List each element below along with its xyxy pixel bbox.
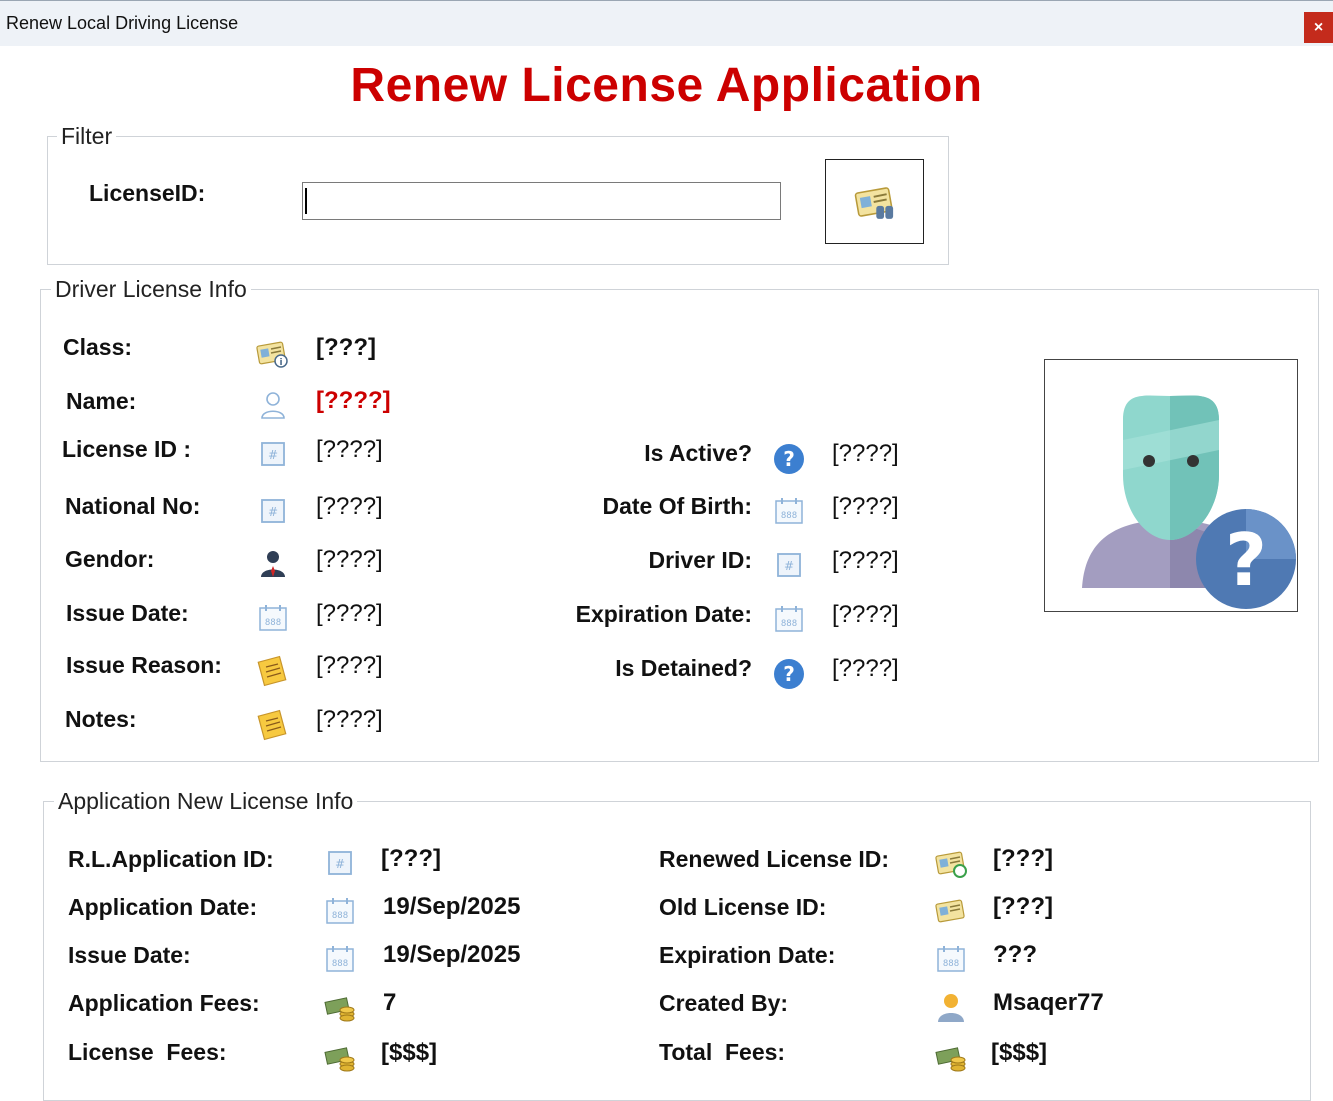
app-expiration-date-value: ??? [993, 941, 1037, 968]
expiration-date-label: Expiration Date: [575, 601, 752, 627]
license-card-icon [255, 336, 289, 370]
rl-application-id-label: R.L.Application ID: [68, 846, 274, 872]
issue-reason-value: [????] [316, 652, 383, 679]
question-icon [772, 442, 806, 476]
app-issue-date-value: 19/Sep/2025 [383, 941, 521, 968]
svg-text:?: ? [1225, 518, 1267, 602]
license-id-label: LicenseID: [89, 180, 206, 206]
application-info-legend: Application New License Info [54, 788, 358, 815]
calendar-icon [323, 894, 357, 928]
calendar-icon [256, 601, 290, 635]
application-fees-label: Application Fees: [68, 990, 260, 1016]
notes-label: Notes: [65, 706, 137, 732]
date-of-birth-label: Date Of Birth: [602, 493, 753, 519]
man-icon [256, 547, 290, 581]
issue-date-value: [????] [316, 600, 383, 627]
gender-label: Gendor: [65, 546, 155, 572]
old-license-id-label: Old License ID: [659, 894, 827, 920]
gender-value: [????] [316, 546, 383, 573]
issue-date-label: Issue Date: [66, 600, 189, 626]
text-caret [305, 188, 307, 214]
driver-id-label: Driver ID: [648, 547, 752, 573]
note-icon [256, 653, 290, 687]
national-no-value: [????] [316, 493, 383, 520]
license-search-icon [850, 180, 900, 224]
application-date-label: Application Date: [68, 894, 258, 920]
person-outline-icon [256, 388, 290, 422]
app-expiration-date-label: Expiration Date: [659, 942, 836, 968]
license-card-icon [934, 894, 968, 928]
license-id-input[interactable] [302, 182, 781, 220]
application-fees-value: 7 [383, 989, 397, 1016]
is-active-value: [????] [832, 440, 899, 467]
license-id-info-label: License ID : [62, 436, 192, 462]
license-fees-value: [$$$] [381, 1039, 438, 1066]
expiration-date-value: [????] [832, 601, 899, 628]
national-no-label: National No: [65, 493, 201, 519]
id-number-icon [772, 548, 806, 582]
calendar-icon [772, 494, 806, 528]
created-by-value: Msaqer77 [993, 989, 1104, 1016]
driver-photo: ? [1044, 359, 1298, 612]
close-button[interactable]: × [1304, 12, 1333, 43]
license-id-value: [????] [316, 436, 383, 463]
application-date-value: 19/Sep/2025 [383, 893, 521, 920]
license-fees-label: License Fees: [68, 1039, 227, 1065]
money-icon [323, 990, 357, 1024]
notes-value: [????] [316, 706, 383, 733]
is-detained-value: [????] [832, 655, 899, 682]
app-issue-date-label: Issue Date: [68, 942, 191, 968]
calendar-icon [323, 942, 357, 976]
class-label: Class: [63, 334, 133, 360]
total-fees-label: Total Fees: [659, 1039, 786, 1065]
class-value: [???] [316, 334, 376, 361]
is-detained-label: Is Detained? [615, 655, 752, 681]
calendar-icon [934, 942, 968, 976]
calendar-icon [772, 602, 806, 636]
question-icon [772, 657, 806, 691]
is-active-label: Is Active? [644, 440, 752, 466]
unknown-person-photo-icon: ? [1082, 395, 1296, 609]
page-title: Renew License Application [350, 59, 983, 112]
name-label: Name: [66, 388, 137, 414]
driver-id-value: [????] [832, 547, 899, 574]
id-number-icon [323, 846, 357, 880]
user-icon [934, 990, 968, 1024]
renewed-license-id-label: Renewed License ID: [659, 846, 890, 872]
money-icon [323, 1040, 357, 1074]
search-license-button[interactable] [825, 159, 924, 244]
total-fees-value: [$$$] [991, 1039, 1048, 1066]
id-number-icon [256, 494, 290, 528]
rl-application-id-value: [???] [381, 845, 441, 872]
issue-reason-label: Issue Reason: [66, 652, 222, 678]
name-value: [????] [316, 387, 391, 414]
old-license-id-value: [???] [993, 893, 1053, 920]
money-icon [934, 1040, 968, 1074]
date-of-birth-value: [????] [832, 493, 899, 520]
window-title: Renew Local Driving License [6, 13, 239, 33]
license-renew-icon [934, 846, 968, 880]
id-number-icon [256, 437, 290, 471]
filter-legend: Filter [57, 123, 117, 150]
note-icon [256, 707, 290, 741]
renewed-license-id-value: [???] [993, 845, 1053, 872]
created-by-label: Created By: [659, 990, 789, 1016]
driver-license-info-legend: Driver License Info [51, 276, 251, 303]
